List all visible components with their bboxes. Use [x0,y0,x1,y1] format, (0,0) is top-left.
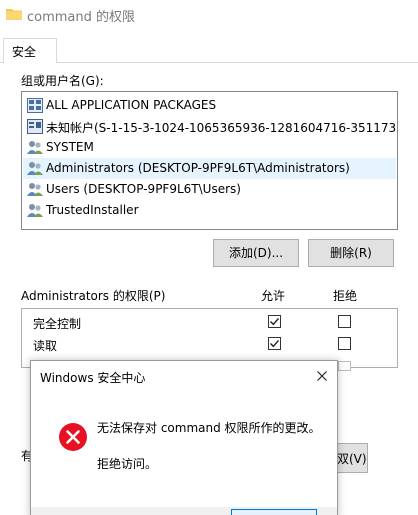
list-item[interactable]: ALL APPLICATION PACKAGES [23,95,396,116]
list-item-label: TrustedInstaller [46,203,139,217]
groups-listbox[interactable]: ALL APPLICATION PACKAGES 未知帐户(S-1-15-3-1… [21,91,398,230]
tab-security-label: 安全 [12,45,37,59]
user-group-icon [27,141,43,154]
permission-name: 完全控制 [33,317,82,331]
dialog-title: Windows 安全中心 [40,371,146,385]
checkmark-icon [270,340,280,348]
dialog-titlebar: Windows 安全中心 [31,361,337,393]
remove-button[interactable]: 删除(R) [308,239,394,267]
dialog-body: 无法保存对 command 权限所作的更改。 拒绝访问。 [31,393,337,515]
list-item-selected[interactable]: Administrators (DESKTOP-9PF9L6T\Administ… [23,158,396,179]
list-item-label: SYSTEM [46,140,94,154]
read-allow-checkbox[interactable] [268,337,281,350]
full-control-allow-checkbox[interactable] [268,315,281,328]
list-item[interactable]: Users (DESKTOP-9PF9L6T\Users) [23,179,396,200]
user-group-icon [27,183,43,196]
list-item[interactable]: TrustedInstaller [23,200,396,221]
unknown-account-icon [27,119,43,134]
list-item-label: Users (DESKTOP-9PF9L6T\Users) [46,182,241,196]
app-packages-icon [27,98,43,113]
read-deny-checkbox[interactable] [338,337,351,350]
window-titlebar: command 的权限 [0,0,418,30]
list-item-label: ALL APPLICATION PACKAGES [46,98,217,112]
deny-column-header: 拒绝 [333,289,358,303]
permission-name: 读取 [33,339,58,353]
permissions-label: Administrators 的权限(P) [21,289,166,303]
add-button[interactable]: 添加(D)... [213,239,299,267]
checkmark-icon [270,318,280,326]
close-icon[interactable] [313,367,331,385]
allow-column-header: 允许 [261,289,286,303]
list-item[interactable]: 未知帐户(S-1-15-3-1024-1065365936-1281604716… [23,116,398,137]
list-item-label: Administrators (DESKTOP-9PF9L6T\Administ… [46,161,350,175]
tab-security[interactable]: 安全 [3,38,57,63]
list-item-label: 未知帐户(S-1-15-3-1024-1065365936-1281604716… [46,121,398,135]
list-item[interactable]: SYSTEM [23,137,396,158]
full-control-deny-checkbox[interactable] [338,315,351,328]
groups-label: 组或用户名(G): [21,74,104,88]
window-title: command 的权限 [27,10,136,25]
user-group-icon [27,162,43,175]
folder-icon [6,9,22,20]
ok-button[interactable] [231,509,317,515]
deny-checkbox-partial[interactable] [338,361,351,371]
dialog-detail: 拒绝访问。 [97,457,158,471]
dialog-message: 无法保存对 command 权限所作的更改。 [97,421,321,435]
windows-security-dialog: Windows 安全中心 无法保存对 command 权限所作的更改。 拒绝访问… [30,360,338,515]
error-icon [59,423,87,451]
advanced-button-label: 双(V) [337,452,367,466]
user-group-icon [27,204,43,217]
